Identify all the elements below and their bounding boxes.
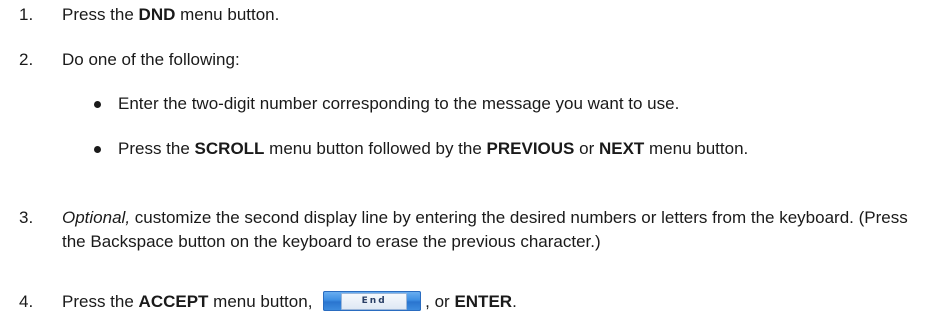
step-text-segment: menu button, xyxy=(208,292,318,311)
step-text: Do one of the following: xyxy=(62,50,240,69)
step-text: Press the DND menu button. xyxy=(62,3,922,27)
step-number: 4. xyxy=(19,292,34,311)
step-text-segment: , or xyxy=(425,292,455,311)
bullet-text: Press the SCROLL menu button followed by… xyxy=(118,137,918,161)
step-text-segment: Press the xyxy=(62,5,139,24)
bullet-icon xyxy=(94,101,101,108)
accept-button-name: ACCEPT xyxy=(138,292,209,311)
next-button-name: NEXT xyxy=(598,139,645,158)
step-text-segment: Press the xyxy=(62,292,139,311)
optional-label: Optional, xyxy=(62,208,131,227)
step-text: Optional, customize the second display l… xyxy=(62,206,922,254)
previous-button-name: PREVIOUS xyxy=(486,139,575,158)
end-key-label: End xyxy=(341,293,408,311)
step-number: 2. xyxy=(19,50,34,69)
scroll-button-name: SCROLL xyxy=(194,139,265,158)
step-text-segment: customize the second display line by ent… xyxy=(62,208,908,251)
end-key-icon: End xyxy=(323,291,422,312)
dnd-button-name: DND xyxy=(138,5,176,24)
enter-key-name: ENTER xyxy=(454,292,513,311)
bullet-text: Enter the two-digit number corresponding… xyxy=(118,94,680,113)
bullet-text-segment: Press the xyxy=(118,139,195,158)
bullet-text-segment: or xyxy=(574,139,599,158)
step-number: 3. xyxy=(19,208,34,227)
step-text-segment: menu button. xyxy=(175,5,280,24)
step-text: Press the ACCEPT menu button, End , or EN… xyxy=(62,290,922,314)
bullet-text-segment: menu button. xyxy=(644,139,749,158)
step-number: 1. xyxy=(19,5,34,24)
bullet-text-segment: menu button followed by the xyxy=(264,139,487,158)
step-text-segment: . xyxy=(512,292,517,311)
bullet-icon xyxy=(94,146,101,153)
